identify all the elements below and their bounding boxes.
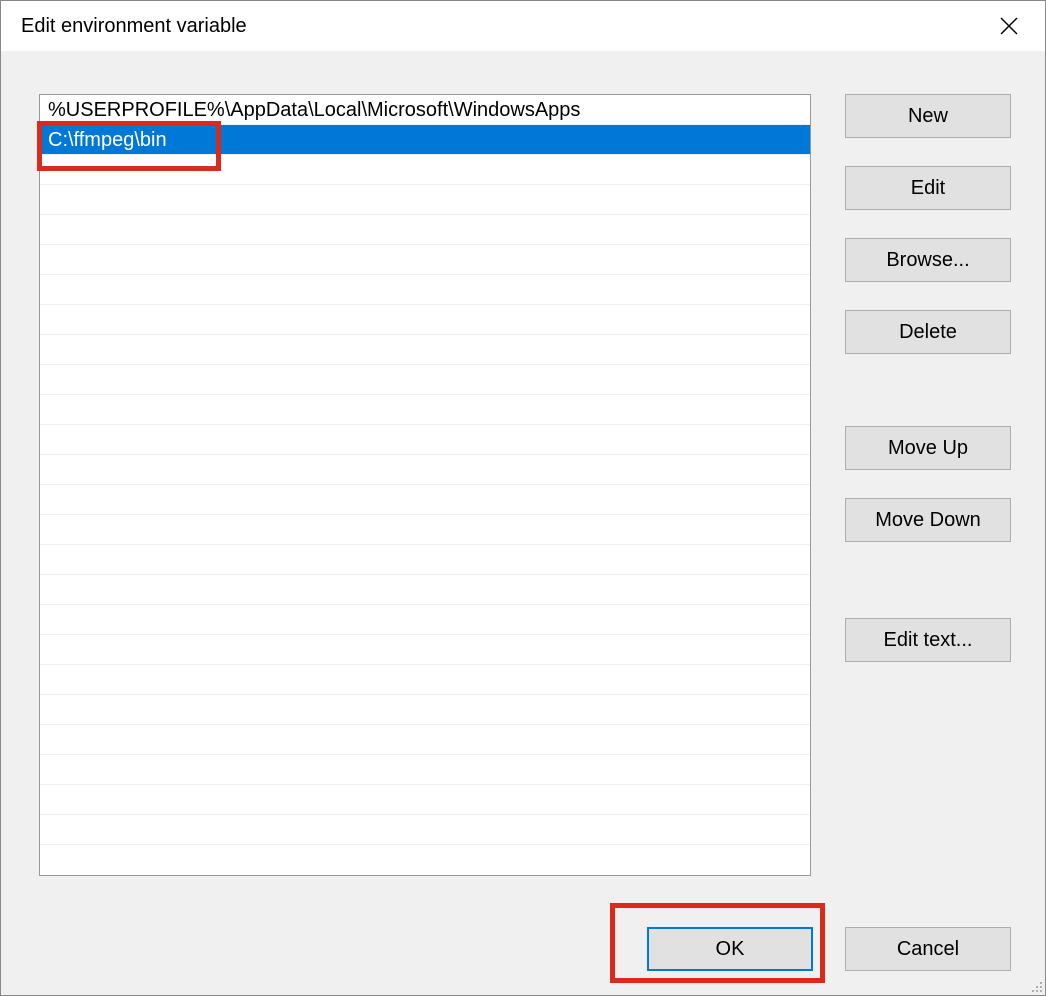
- path-list-empty-row[interactable]: [40, 365, 810, 395]
- path-list-empty-row[interactable]: [40, 605, 810, 635]
- path-list-empty-row[interactable]: [40, 155, 810, 185]
- browse-button[interactable]: Browse...: [845, 238, 1011, 282]
- edit-button[interactable]: Edit: [845, 166, 1011, 210]
- path-list-empty-row[interactable]: [40, 335, 810, 365]
- path-list-empty-row[interactable]: [40, 635, 810, 665]
- titlebar: Edit environment variable: [1, 1, 1045, 51]
- path-listbox[interactable]: %USERPROFILE%\AppData\Local\Microsoft\Wi…: [39, 94, 811, 876]
- path-list-empty-row[interactable]: [40, 485, 810, 515]
- path-list-empty-row[interactable]: [40, 455, 810, 485]
- path-list-empty-row[interactable]: [40, 185, 810, 215]
- path-list-empty-row[interactable]: [40, 395, 810, 425]
- path-list-empty-row[interactable]: [40, 695, 810, 725]
- window-title: Edit environment variable: [21, 15, 247, 38]
- path-list-empty-row[interactable]: [40, 245, 810, 275]
- path-list-empty-row[interactable]: [40, 815, 810, 845]
- resize-grip-icon[interactable]: [1027, 977, 1043, 993]
- delete-button[interactable]: Delete: [845, 310, 1011, 354]
- path-list-empty-row[interactable]: [40, 755, 810, 785]
- path-list-empty-row[interactable]: [40, 575, 810, 605]
- path-list-empty-row[interactable]: [40, 515, 810, 545]
- path-list-item[interactable]: C:\ffmpeg\bin: [40, 125, 810, 155]
- edit-text-button[interactable]: Edit text...: [845, 618, 1011, 662]
- ok-button[interactable]: OK: [647, 927, 813, 971]
- dialog-bottom-buttons: OK Cancel: [647, 927, 1011, 971]
- move-up-button[interactable]: Move Up: [845, 426, 1011, 470]
- move-down-button[interactable]: Move Down: [845, 498, 1011, 542]
- path-list-empty-row[interactable]: [40, 425, 810, 455]
- path-list-empty-row[interactable]: [40, 785, 810, 815]
- dialog-content: %USERPROFILE%\AppData\Local\Microsoft\Wi…: [1, 51, 1045, 995]
- path-list-empty-row[interactable]: [40, 725, 810, 755]
- path-list-empty-row[interactable]: [40, 275, 810, 305]
- path-list-empty-row[interactable]: [40, 665, 810, 695]
- path-list-empty-row[interactable]: [40, 305, 810, 335]
- path-list-empty-row[interactable]: [40, 545, 810, 575]
- new-button[interactable]: New: [845, 94, 1011, 138]
- close-icon[interactable]: [991, 8, 1027, 44]
- path-list-item[interactable]: %USERPROFILE%\AppData\Local\Microsoft\Wi…: [40, 95, 810, 125]
- cancel-button[interactable]: Cancel: [845, 927, 1011, 971]
- side-button-column: New Edit Browse... Delete Move Up Move D…: [845, 94, 1011, 884]
- path-list-empty-row[interactable]: [40, 215, 810, 245]
